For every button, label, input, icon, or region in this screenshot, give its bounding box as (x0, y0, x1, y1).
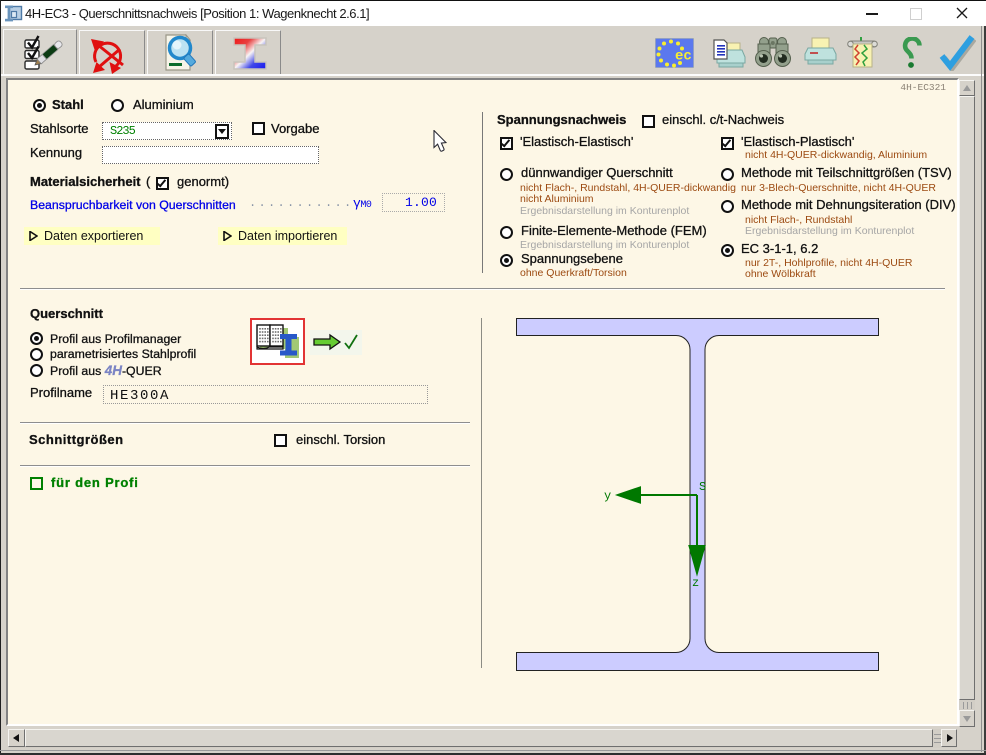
svg-text:ec: ec (675, 49, 692, 65)
svg-text:z: z (692, 576, 699, 590)
svg-text:y: y (604, 489, 611, 503)
svg-text:S: S (699, 480, 706, 494)
